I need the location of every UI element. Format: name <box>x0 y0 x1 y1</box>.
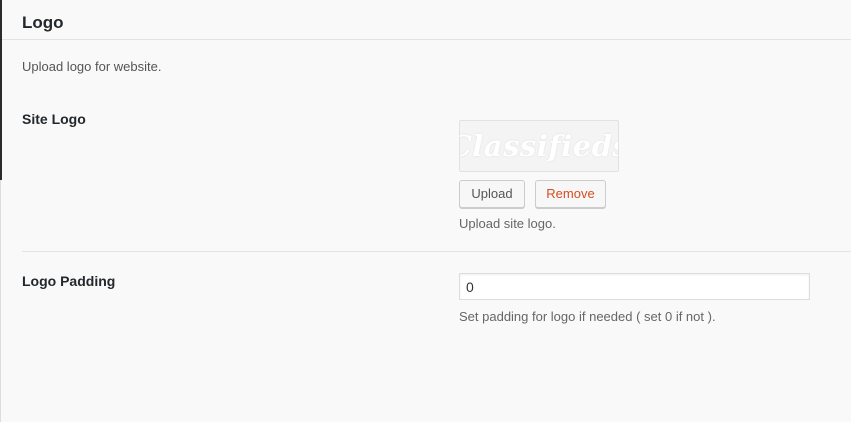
site-logo-help: Upload site logo. <box>459 216 556 231</box>
content-border <box>0 180 1 422</box>
section-title: Logo <box>22 13 64 32</box>
section-description: Upload logo for website. <box>22 59 162 74</box>
title-divider <box>2 39 851 40</box>
remove-button[interactable]: Remove <box>535 180 606 208</box>
logo-padding-input[interactable] <box>459 273 810 300</box>
logo-padding-help: Set padding for logo if needed ( set 0 i… <box>459 309 716 324</box>
upload-button[interactable]: Upload <box>459 180 525 208</box>
site-logo-label: Site Logo <box>22 111 86 127</box>
logo-padding-label: Logo Padding <box>22 273 116 289</box>
logo-preview-text: Classifieds <box>460 129 618 163</box>
row-divider <box>22 251 851 252</box>
admin-sidebar-edge <box>0 0 2 180</box>
logo-preview-image: Classifieds <box>459 120 619 172</box>
